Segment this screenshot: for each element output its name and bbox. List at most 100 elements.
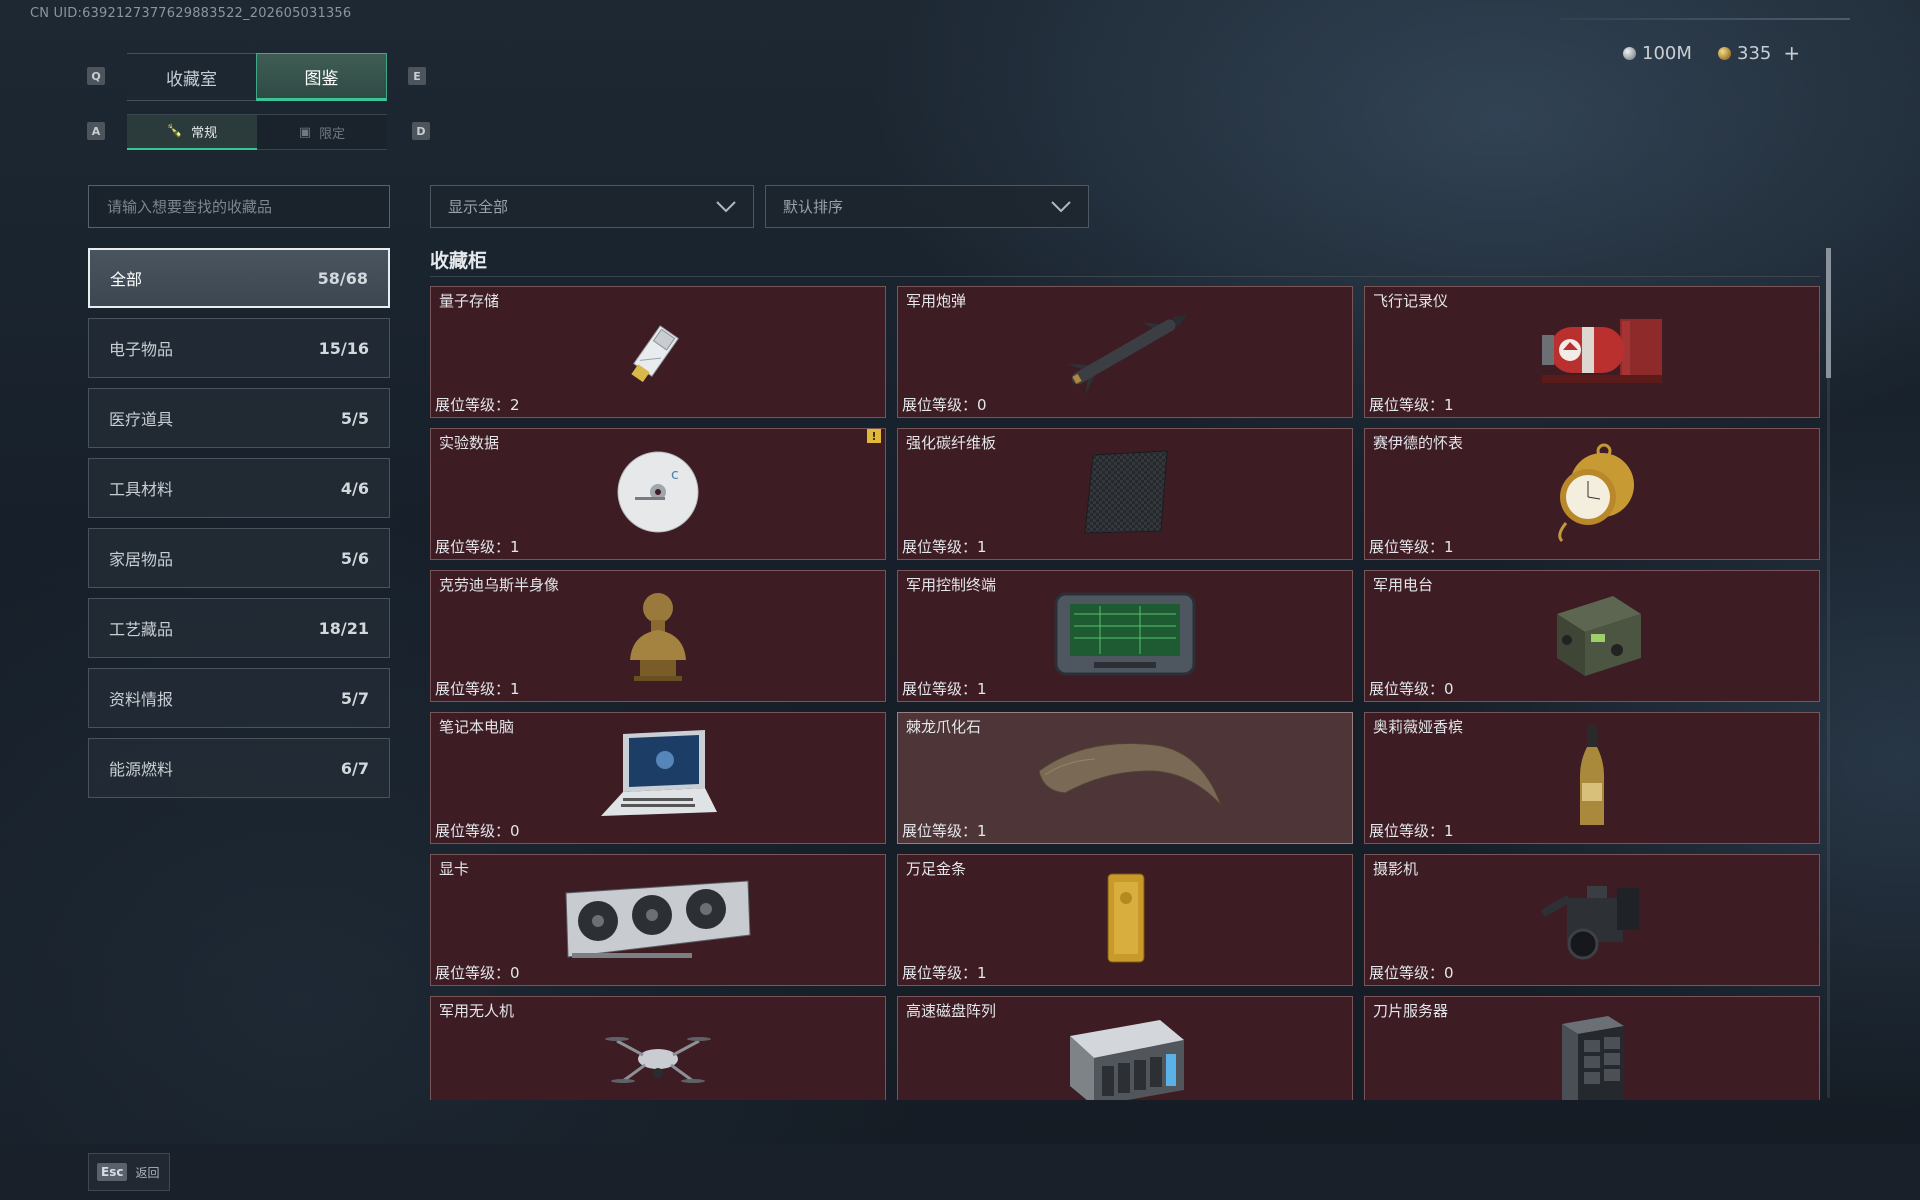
category-item[interactable]: 工具材料 4/6 <box>88 458 390 518</box>
card-name: 军用电台 <box>1373 576 1434 594</box>
sort-dropdown-value: 默认排序 <box>783 198 844 216</box>
currency-gold-value: 335 <box>1737 42 1772 64</box>
category-item[interactable]: 能源燃料 6/7 <box>88 738 390 798</box>
key-hint-q: Q <box>87 67 105 85</box>
collection-card[interactable]: 笔记本电脑 展位等级：0 <box>430 712 886 844</box>
category-label: 工艺藏品 <box>109 620 174 639</box>
subtab-limited[interactable]: ▣ 限定 <box>257 114 387 150</box>
filter-dropdown-value: 显示全部 <box>448 198 509 216</box>
collection-card[interactable]: 实验数据 c 展位等级：1! <box>430 428 886 560</box>
subtab-limited-label: 限定 <box>319 126 346 142</box>
sub-tabs: 🍾 常规 ▣ 限定 <box>127 114 387 150</box>
collection-card[interactable]: 强化碳纤维板 展位等级：1 <box>897 428 1353 560</box>
chevron-down-icon <box>1051 200 1071 212</box>
category-item[interactable]: 电子物品 15/16 <box>88 318 390 378</box>
card-name: 赛伊德的怀表 <box>1373 434 1464 452</box>
carbon-plate-icon <box>1075 447 1175 541</box>
sort-dropdown[interactable]: 默认排序 <box>765 185 1089 228</box>
search-input[interactable] <box>105 196 373 217</box>
collection-card[interactable]: 军用无人机 <box>430 996 886 1100</box>
radio-icon <box>1537 584 1647 688</box>
disk-array-icon <box>1060 1010 1190 1100</box>
category-count: 6/7 <box>340 758 369 778</box>
subtab-regular[interactable]: 🍾 常规 <box>127 114 257 150</box>
key-hint-a: A <box>87 122 105 140</box>
add-currency-button[interactable]: + <box>1783 41 1800 65</box>
filter-dropdown[interactable]: 显示全部 <box>430 185 754 228</box>
card-name: 飞行记录仪 <box>1373 292 1449 310</box>
card-name: 刀片服务器 <box>1373 1002 1449 1020</box>
category-label: 能源燃料 <box>109 760 174 779</box>
search-box[interactable] <box>88 185 390 228</box>
category-label: 工具材料 <box>109 480 174 499</box>
collection-card[interactable]: 棘龙爪化石 展位等级：1 <box>897 712 1353 844</box>
card-level: 展位等级：2 <box>435 396 520 414</box>
card-name: 军用炮弹 <box>906 292 967 310</box>
collection-card[interactable]: 万足金条展位等级：1 <box>897 854 1353 986</box>
category-item[interactable]: 资料情报 5/7 <box>88 668 390 728</box>
svg-text:c: c <box>671 467 679 483</box>
disc-icon: c <box>613 447 703 541</box>
scrollbar-thumb[interactable] <box>1826 248 1831 378</box>
back-label: 返回 <box>135 1165 160 1180</box>
collection-card[interactable]: 量子存储展位等级：2 <box>430 286 886 418</box>
collection-card[interactable]: 高速磁盘阵列 <box>897 996 1353 1100</box>
category-item[interactable]: 工艺藏品 18/21 <box>88 598 390 658</box>
card-level: 展位等级：1 <box>902 538 987 556</box>
collection-card[interactable]: 摄影机 展位等级：0 <box>1364 854 1820 986</box>
category-item[interactable]: 医疗道具 5/5 <box>88 388 390 448</box>
collection-card[interactable]: 奥莉薇娅香槟 展位等级：1 <box>1364 712 1820 844</box>
top-tabs: 收藏室 图鉴 <box>127 53 387 101</box>
section-divider <box>430 276 1820 277</box>
card-name: 克劳迪乌斯半身像 <box>439 576 560 594</box>
category-count: 18/21 <box>318 618 369 638</box>
esc-key: Esc <box>97 1163 128 1181</box>
tab-catalog[interactable]: 图鉴 <box>256 53 387 101</box>
card-level: 展位等级：0 <box>1369 964 1454 982</box>
gold-bar-icon <box>1100 868 1150 972</box>
category-count: 5/6 <box>340 548 369 568</box>
card-name: 万足金条 <box>906 860 967 878</box>
collection-card[interactable]: 军用控制终端 展位等级：1 <box>897 570 1353 702</box>
card-name: 军用无人机 <box>439 1002 515 1020</box>
section-title: 收藏柜 <box>430 250 488 272</box>
card-level: 展位等级：1 <box>902 964 987 982</box>
card-level: 展位等级：1 <box>435 680 520 698</box>
card-name: 奥莉薇娅香槟 <box>1373 718 1464 736</box>
collection-card[interactable]: 赛伊德的怀表 展位等级：1 <box>1364 428 1820 560</box>
category-item[interactable]: 全部 58/68 <box>88 248 390 308</box>
header-divider <box>1560 18 1850 20</box>
tab-collection-room[interactable]: 收藏室 <box>127 53 256 101</box>
category-label: 电子物品 <box>109 340 174 359</box>
category-count: 4/6 <box>340 478 369 498</box>
card-level: 展位等级：1 <box>1369 396 1454 414</box>
category-label: 全部 <box>110 270 143 289</box>
collection-card[interactable]: 克劳迪乌斯半身像展位等级：1 <box>430 570 886 702</box>
card-name: 笔记本电脑 <box>439 718 515 736</box>
flight-recorder-icon <box>1512 305 1672 399</box>
collection-card[interactable]: 显卡展位等级：0 <box>430 854 886 986</box>
collection-card[interactable]: 刀片服务器 <box>1364 996 1820 1100</box>
silver-coin-icon <box>1623 46 1636 60</box>
collection-grid: 量子存储 展位等级：2 军用炮弹 展位等级：0 飞行记录仪 展位等级：1 实验数据 c 展位等级… <box>430 286 1820 1100</box>
card-name: 量子存储 <box>439 292 500 310</box>
category-item[interactable]: 家居物品 5/6 <box>88 528 390 588</box>
card-level: 展位等级：1 <box>902 680 987 698</box>
graphics-card-icon <box>558 873 758 967</box>
missile-icon <box>1050 300 1200 404</box>
back-button[interactable]: Esc 返回 <box>88 1153 170 1191</box>
key-hint-e: E <box>408 67 426 85</box>
card-name: 显卡 <box>439 860 470 878</box>
collection-card[interactable]: 飞行记录仪展位等级：1 <box>1364 286 1820 418</box>
collection-card[interactable]: 军用炮弹展位等级：0 <box>897 286 1353 418</box>
card-level: 展位等级：0 <box>435 964 520 982</box>
collection-card[interactable]: 军用电台 展位等级：0 <box>1364 570 1820 702</box>
blade-server-icon <box>1552 1010 1632 1100</box>
subtab-regular-label: 常规 <box>191 126 218 141</box>
category-list: 全部 58/68 电子物品 15/16 医疗道具 5/5 工具材料 4/6 家居物品 5/6 工艺藏… <box>88 248 390 808</box>
card-level: 展位等级：0 <box>902 396 987 414</box>
chevron-down-icon <box>716 200 736 212</box>
laptop-icon <box>593 726 723 830</box>
currency-silver-value: 100M <box>1642 42 1692 64</box>
category-count: 5/7 <box>340 688 369 708</box>
